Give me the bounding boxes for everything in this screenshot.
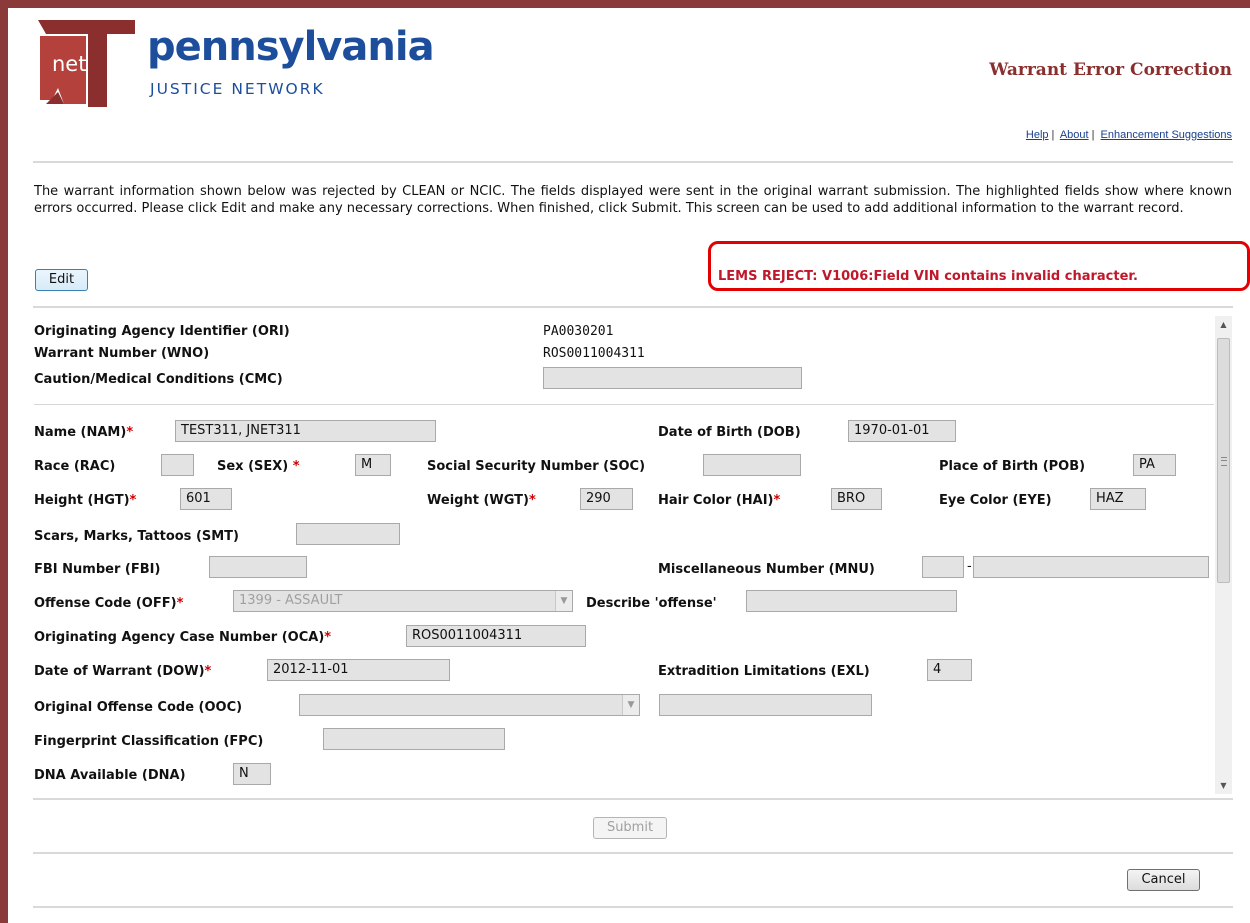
form-scrollbar[interactable]: ▲ ▼ <box>1215 316 1232 794</box>
dow-label: Date of Warrant (DOW) <box>34 664 205 679</box>
logo-mark-icon: net <box>38 20 135 107</box>
required-marker: * <box>129 493 137 508</box>
form-bottom-divider <box>33 798 1233 800</box>
wgt-field[interactable]: 290 <box>580 488 633 510</box>
off-select-value: 1399 - ASSAULT <box>239 593 343 608</box>
about-link[interactable]: About <box>1060 129 1089 141</box>
wno-label: Warrant Number (WNO) <box>34 346 210 361</box>
link-separator: | <box>1051 129 1055 141</box>
page-title: Warrant Error Correction <box>989 60 1232 80</box>
ooc-description-field[interactable] <box>659 694 872 716</box>
required-marker: * <box>324 630 332 645</box>
header-links: Help | About | Enhancement Suggestions <box>1026 129 1232 141</box>
rac-field[interactable] <box>161 454 194 476</box>
instructions-text: The warrant information shown below was … <box>34 184 1232 216</box>
off-describe-field[interactable] <box>746 590 957 612</box>
dob-label: Date of Birth (DOB) <box>658 425 801 440</box>
mnu-separator: - <box>967 559 972 574</box>
required-marker: * <box>176 596 184 611</box>
enhancement-suggestions-link[interactable]: Enhancement Suggestions <box>1101 129 1232 141</box>
scroll-down-icon[interactable]: ▼ <box>1215 777 1232 794</box>
footer-divider <box>33 852 1233 854</box>
nam-field[interactable]: TEST311, JNET311 <box>175 420 436 442</box>
cancel-button[interactable]: Cancel <box>1127 869 1200 891</box>
sex-label: Sex (SEX) <box>217 459 289 474</box>
link-separator: | <box>1091 129 1095 141</box>
ooc-label: Original Offense Code (OOC) <box>34 700 243 715</box>
form-top-divider <box>33 306 1233 308</box>
warrant-form-panel: Originating Agency Identifier (ORI) PA00… <box>34 316 1232 794</box>
fbi-field[interactable] <box>209 556 307 578</box>
dob-field[interactable]: 1970-01-01 <box>848 420 956 442</box>
exl-field[interactable]: 4 <box>927 659 972 681</box>
error-message: LEMS REJECT: V1006:Field VIN contains in… <box>718 269 1138 284</box>
oca-label: Originating Agency Case Number (OCA) <box>34 630 325 645</box>
wno-value: ROS0011004311 <box>543 346 645 361</box>
wgt-label: Weight (WGT) <box>427 493 529 508</box>
help-link[interactable]: Help <box>1026 129 1049 141</box>
required-marker: * <box>528 493 536 508</box>
dna-field[interactable]: N <box>233 763 271 785</box>
logo-mark-text: net <box>52 52 86 76</box>
chevron-down-icon: ▼ <box>555 591 572 611</box>
grip-icon <box>1221 457 1227 466</box>
smt-label: Scars, Marks, Tattoos (SMT) <box>34 529 239 544</box>
scroll-up-icon[interactable]: ▲ <box>1215 316 1232 333</box>
bottom-divider <box>33 906 1233 908</box>
hgt-field[interactable]: 601 <box>180 488 232 510</box>
eye-label: Eye Color (EYE) <box>939 493 1052 508</box>
required-marker: * <box>292 459 300 474</box>
exl-label: Extradition Limitations (EXL) <box>658 664 870 679</box>
nam-label: Name (NAM) <box>34 425 127 440</box>
pob-field[interactable]: PA <box>1133 454 1176 476</box>
header-divider <box>33 161 1233 163</box>
fpc-label: Fingerprint Classification (FPC) <box>34 734 264 749</box>
cmc-label: Caution/Medical Conditions (CMC) <box>34 372 283 387</box>
submit-button[interactable]: Submit <box>593 817 667 839</box>
ori-value: PA0030201 <box>543 324 614 339</box>
logo-name: pennsylvania <box>147 24 435 70</box>
cmc-field[interactable] <box>543 367 802 389</box>
mnu-field-number[interactable] <box>973 556 1209 578</box>
rac-label: Race (RAC) <box>34 459 116 474</box>
off-label: Offense Code (OFF) <box>34 596 177 611</box>
chevron-down-icon: ▼ <box>622 695 639 715</box>
required-marker: * <box>773 493 781 508</box>
mnu-field-type[interactable] <box>922 556 964 578</box>
window-frame-top <box>0 0 1250 8</box>
hai-field[interactable]: BRO <box>831 488 882 510</box>
window-frame-left <box>0 0 8 923</box>
ori-label: Originating Agency Identifier (ORI) <box>34 324 290 339</box>
eye-field[interactable]: HAZ <box>1090 488 1146 510</box>
required-marker: * <box>204 664 212 679</box>
edit-button[interactable]: Edit <box>35 269 88 291</box>
off-describe-label: Describe 'offense' <box>586 596 717 611</box>
fbi-label: FBI Number (FBI) <box>34 562 161 577</box>
dow-field[interactable]: 2012-11-01 <box>267 659 450 681</box>
scrollbar-thumb[interactable] <box>1217 338 1230 583</box>
logo-subtitle: JUSTICE NETWORK <box>150 80 325 98</box>
smt-field[interactable] <box>296 523 400 545</box>
hai-label: Hair Color (HAI) <box>658 493 774 508</box>
dna-label: DNA Available (DNA) <box>34 768 186 783</box>
soc-field[interactable] <box>703 454 801 476</box>
oca-field[interactable]: ROS0011004311 <box>406 625 586 647</box>
mnu-label: Miscellaneous Number (MNU) <box>658 562 875 577</box>
hgt-label: Height (HGT) <box>34 493 130 508</box>
summary-divider <box>34 404 1214 405</box>
fpc-field[interactable] <box>323 728 505 750</box>
off-select[interactable]: 1399 - ASSAULT ▼ <box>233 590 573 612</box>
sex-field[interactable]: M <box>355 454 391 476</box>
required-marker: * <box>126 425 134 440</box>
ooc-select[interactable]: ▼ <box>299 694 640 716</box>
pob-label: Place of Birth (POB) <box>939 459 1086 474</box>
soc-label: Social Security Number (SOC) <box>427 459 646 474</box>
